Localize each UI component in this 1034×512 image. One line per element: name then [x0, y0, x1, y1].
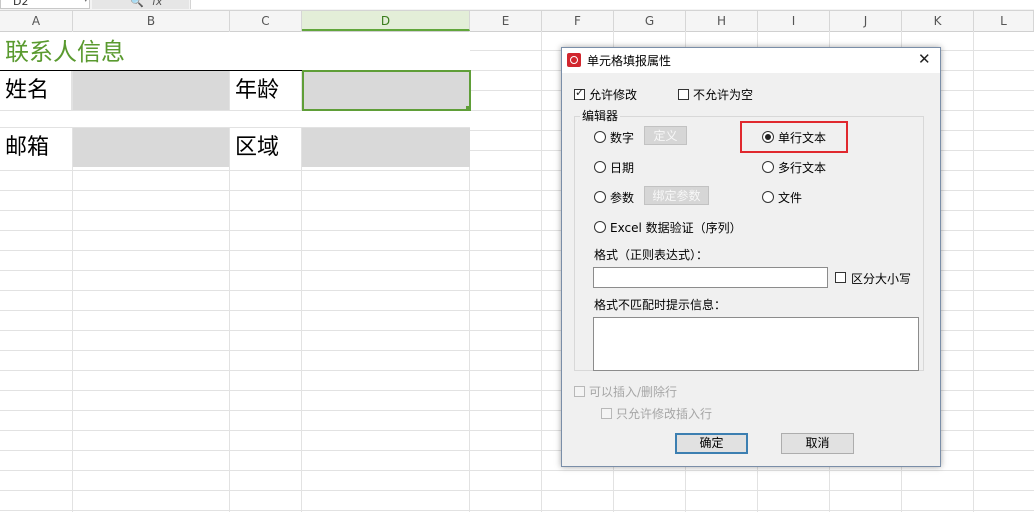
- mismatch-message-textarea[interactable]: [593, 317, 919, 371]
- column-header-j[interactable]: J: [830, 11, 902, 31]
- name-box[interactable]: D2: [0, 0, 90, 9]
- dialog-titlebar[interactable]: 单元格填报属性 ✕: [562, 48, 940, 73]
- column-header-k[interactable]: K: [902, 11, 974, 31]
- column-header-g[interactable]: G: [614, 11, 686, 31]
- region-input-cell[interactable]: [302, 128, 470, 167]
- dialog-title: 单元格填报属性: [587, 54, 672, 68]
- age-label-cell[interactable]: 年龄: [230, 71, 301, 110]
- editor-date-label: 日期: [610, 161, 635, 175]
- region-label: 区域: [235, 135, 280, 160]
- name-box-dropdown-icon[interactable]: ▾: [84, 0, 88, 4]
- not-empty-checkbox[interactable]: [678, 89, 689, 100]
- allow-edit-label: 允许修改: [589, 88, 638, 102]
- editor-file-radio[interactable]: [762, 191, 774, 203]
- allow-insert-delete-checkbox[interactable]: [574, 386, 585, 397]
- column-header-c[interactable]: C: [230, 11, 302, 31]
- age-input-cell[interactable]: [302, 70, 471, 111]
- editor-group-label: 编辑器: [580, 107, 621, 124]
- name-label: 姓名: [5, 78, 50, 103]
- column-header-row: A B C D E F G H I J K L: [0, 11, 1034, 32]
- sheet-title: 联系人信息: [5, 38, 125, 66]
- spacer-row: [0, 111, 470, 128]
- name-input-cell[interactable]: [73, 71, 229, 110]
- case-sensitive-checkbox[interactable]: [835, 272, 846, 283]
- app-icon: [567, 53, 581, 67]
- name-label-cell[interactable]: 姓名: [0, 71, 72, 110]
- editor-date-radio[interactable]: [594, 161, 606, 173]
- editor-param-radio[interactable]: [594, 191, 606, 203]
- cancel-button[interactable]: 取消: [781, 433, 854, 454]
- editor-param-label: 参数: [610, 191, 635, 205]
- define-button[interactable]: 定义: [644, 126, 687, 145]
- age-label: 年龄: [235, 78, 280, 103]
- column-header-a[interactable]: A: [0, 11, 73, 31]
- allow-edit-checkbox[interactable]: [574, 86, 585, 100]
- email-input-cell[interactable]: [73, 128, 229, 167]
- not-empty-label: 不允许为空: [693, 88, 754, 102]
- editor-multi-line-label: 多行文本: [778, 161, 827, 175]
- grid-line: [541, 31, 542, 512]
- formula-bar: D2 ▾ 🔍 fx: [0, 0, 1034, 11]
- single-line-highlight: [740, 121, 848, 153]
- email-label: 邮箱: [5, 135, 50, 160]
- column-header-b[interactable]: B: [73, 11, 230, 31]
- format-label: 格式（正则表达式）：: [594, 248, 709, 262]
- column-header-d[interactable]: D: [302, 11, 470, 31]
- sheet-title-cell[interactable]: 联系人信息: [0, 32, 470, 70]
- only-edit-insert-checkbox[interactable]: [601, 408, 612, 419]
- case-sensitive-label: 区分大小写: [851, 272, 912, 286]
- grid-line: [973, 31, 974, 512]
- email-label-cell[interactable]: 邮箱: [0, 128, 72, 167]
- column-header-e[interactable]: E: [470, 11, 542, 31]
- editor-number-label: 数字: [610, 131, 635, 145]
- formula-tools: 🔍 fx: [92, 0, 189, 9]
- column-header-h[interactable]: H: [686, 11, 758, 31]
- formula-input[interactable]: [190, 0, 1034, 9]
- only-edit-insert-label: 只允许修改插入行: [616, 407, 713, 421]
- region-label-cell[interactable]: 区域: [230, 128, 301, 167]
- column-header-f[interactable]: F: [542, 11, 614, 31]
- format-input[interactable]: [593, 267, 828, 288]
- column-header-i[interactable]: I: [758, 11, 830, 31]
- editor-number-radio[interactable]: [594, 131, 606, 143]
- close-icon[interactable]: ✕: [918, 50, 931, 68]
- ok-button[interactable]: 确定: [675, 433, 748, 454]
- mismatch-message-label: 格式不匹配时提示信息：: [594, 298, 727, 312]
- editor-multi-line-radio[interactable]: [762, 161, 774, 173]
- editor-file-label: 文件: [778, 191, 803, 205]
- cell-fill-properties-dialog: 单元格填报属性 ✕ 允许修改 不允许为空 编辑器 数字 定义 单行文本 日期 多…: [561, 47, 941, 467]
- bind-param-button[interactable]: 绑定参数: [644, 186, 709, 205]
- fx-icon[interactable]: fx: [152, 0, 162, 9]
- name-box-value: D2: [13, 0, 29, 8]
- editor-excel-radio[interactable]: [594, 221, 606, 233]
- allow-insert-delete-label: 可以插入/删除行: [589, 385, 678, 399]
- editor-excel-label: Excel 数据验证（序列）: [610, 221, 742, 235]
- column-header-l[interactable]: L: [974, 11, 1034, 31]
- search-icon[interactable]: 🔍: [130, 0, 144, 9]
